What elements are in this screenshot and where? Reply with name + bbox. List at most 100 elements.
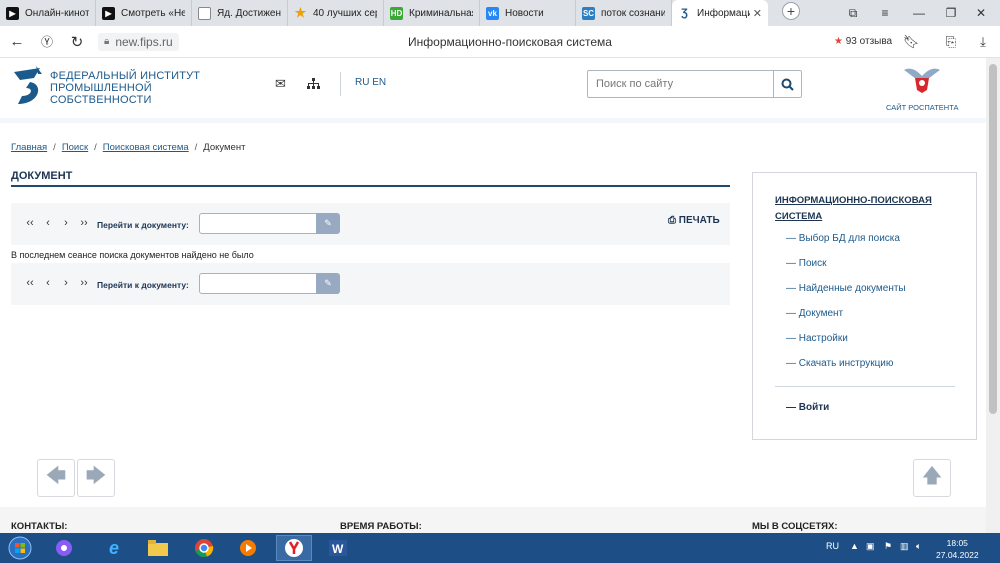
scroll-top-button[interactable]: 🡅 <box>913 459 951 497</box>
institute-name[interactable]: Федеральный институт промышленной собств… <box>50 70 200 106</box>
arrow-right-icon: 🡆 <box>85 465 107 487</box>
page-icon <box>198 6 211 20</box>
goto-label: Перейти к документу: <box>97 220 189 230</box>
sidebar-item-db-select[interactable]: — Выбор БД для поиска <box>786 233 906 258</box>
rospatent-link[interactable]: САЙТ РОСПАТЕНТА <box>886 64 959 114</box>
close-window-icon[interactable]: ✕ <box>966 0 996 26</box>
goto-document-input[interactable] <box>199 213 317 234</box>
collections-icon[interactable]: ⎘ <box>940 34 962 50</box>
last-page-button[interactable]: ›› <box>75 217 93 229</box>
back-icon[interactable]: ← <box>2 26 32 58</box>
nd-icon: НD <box>390 6 403 20</box>
address-bar: ← Ⓨ ↻ 🔒︎ new.fips.ru Информационно-поиско… <box>0 26 1000 58</box>
language-switcher[interactable]: RU EN <box>355 77 386 88</box>
play-icon: ▶ <box>6 6 19 20</box>
explorer-icon[interactable] <box>140 535 176 561</box>
prev-page-button[interactable]: ‹ <box>39 217 57 229</box>
sidebar-title[interactable]: ИНФОРМАЦИОННО-ПОИСКОВАЯ СИСТЕМА <box>775 193 955 225</box>
pencil-icon: ✎ <box>324 218 332 228</box>
browser-tab-6[interactable]: vk Новости <box>480 0 576 26</box>
volume-icon[interactable]: 🔈︎ <box>916 541 921 552</box>
star-icon: ★ <box>294 5 307 20</box>
site-search <box>587 70 802 98</box>
tray-app-icon[interactable]: ▣ <box>866 541 875 552</box>
print-button[interactable]: ⎙ ПЕЧАТЬ <box>668 215 720 226</box>
search-button[interactable] <box>773 71 801 97</box>
download-icon[interactable]: ⤓ <box>972 34 994 50</box>
page-scrollbar[interactable] <box>986 58 1000 533</box>
flag-icon[interactable]: ⚑ <box>884 541 892 552</box>
maximize-icon[interactable]: ❐ <box>936 0 966 26</box>
prev-page-button[interactable]: ‹ <box>39 277 57 289</box>
back-arrow-button[interactable]: 🡄 <box>37 459 75 497</box>
mail-icon[interactable]: ✉ <box>275 76 286 92</box>
browser-tab-1[interactable]: ▶Онлайн-кинотеатр <box>0 0 96 26</box>
vk-icon: vk <box>486 6 499 20</box>
sidebar-item-download-manual[interactable]: — Скачать инструкцию <box>786 358 906 383</box>
goto-document-input[interactable] <box>199 273 317 294</box>
browser-tab-2[interactable]: ▶ Смотреть «Не <box>96 0 192 26</box>
reviews-badge[interactable]: ★ 93 отзыва <box>834 36 892 47</box>
yandex-icon[interactable]: Ⓨ <box>32 26 62 58</box>
word-icon[interactable]: W <box>320 535 356 561</box>
next-page-button[interactable]: › <box>57 277 75 289</box>
first-page-button[interactable]: ‹‹ <box>21 217 39 229</box>
browser-tab-7[interactable]: SC поток сознания <box>576 0 672 26</box>
browser-tab-4[interactable]: ★ 40 лучших сер <box>288 0 384 26</box>
minimize-icon[interactable]: — <box>904 0 934 26</box>
sidebar-item-search[interactable]: — Поиск <box>786 258 906 283</box>
bookmark-icon[interactable]: 🔖︎ <box>900 34 922 50</box>
breadcrumb-home[interactable]: Главная <box>11 142 47 153</box>
browser-tab-5[interactable]: НD Криминальная <box>384 0 480 26</box>
alice-icon[interactable] <box>46 535 82 561</box>
forward-arrow-button[interactable]: 🡆 <box>77 459 115 497</box>
fips-logo-icon[interactable] <box>10 66 44 106</box>
breadcrumb-search-system[interactable]: Поисковая система <box>103 142 189 153</box>
goto-document-button[interactable]: ✎ <box>316 273 340 294</box>
fips-icon: Ʒ <box>681 7 688 19</box>
sidebar-item-document[interactable]: — Документ <box>786 308 906 333</box>
last-page-button[interactable]: ›› <box>75 277 93 289</box>
ie-icon[interactable]: e <box>96 535 132 561</box>
site-footer: КОНТАКТЫ: ВРЕМЯ РАБОТЫ: МЫ В СОЦСЕТЯХ: <box>0 507 986 533</box>
new-tab-button[interactable]: + <box>782 2 800 20</box>
reload-icon[interactable]: ↻ <box>62 26 92 58</box>
network-icon[interactable]: ▥ <box>900 541 909 552</box>
pager-nav: ‹‹ ‹ › ›› <box>21 277 93 289</box>
first-page-button[interactable]: ‹‹ <box>21 277 39 289</box>
star-icon: ★ <box>834 36 843 47</box>
sidebar-item-found-documents[interactable]: — Найденные документы <box>786 283 906 308</box>
search-icon <box>781 78 794 91</box>
url-field[interactable]: 🔒︎ new.fips.ru <box>98 32 179 51</box>
system-clock[interactable]: 18:05 27.04.2022 <box>936 537 979 561</box>
breadcrumb-search[interactable]: Поиск <box>62 142 88 153</box>
media-player-icon[interactable] <box>230 535 266 561</box>
goto-label: Перейти к документу: <box>97 280 189 290</box>
no-documents-message: В последнем сеансе поиска документов най… <box>11 250 254 260</box>
chrome-icon[interactable] <box>186 535 222 561</box>
sidebar-item-settings[interactable]: — Настройки <box>786 333 906 358</box>
yandex-browser-icon[interactable] <box>276 535 312 561</box>
tray-expand-icon[interactable]: ▲ <box>850 541 859 551</box>
goto-document-button[interactable]: ✎ <box>316 213 340 234</box>
tabs-icon[interactable]: ⧉ <box>838 0 868 26</box>
browser-tab-active[interactable]: ƷИнформацион✕ <box>672 0 768 26</box>
search-input[interactable] <box>588 71 774 97</box>
login-link[interactable]: — Войти <box>786 402 829 413</box>
arrow-left-icon: 🡄 <box>45 465 67 487</box>
windows-logo-icon <box>8 536 32 560</box>
menu-icon[interactable]: ≡ <box>870 0 900 26</box>
footer-contacts: КОНТАКТЫ: <box>11 521 68 532</box>
footer-social: МЫ В СОЦСЕТЯХ: <box>752 521 838 532</box>
scrollbar-thumb[interactable] <box>989 64 997 414</box>
document-heading: ДОКУМЕНТ <box>11 170 730 187</box>
next-page-button[interactable]: › <box>57 217 75 229</box>
close-tab-icon[interactable]: ✕ <box>750 7 762 20</box>
arrow-up-icon: 🡅 <box>921 465 943 487</box>
start-button[interactable] <box>2 535 38 561</box>
sitemap-icon[interactable] <box>307 78 320 89</box>
breadcrumb-current: Документ <box>203 142 246 153</box>
browser-tab-3[interactable]: Яд. Достижения <box>192 0 288 26</box>
play-icon: ▶ <box>102 6 115 20</box>
input-language[interactable]: RU <box>826 541 839 551</box>
